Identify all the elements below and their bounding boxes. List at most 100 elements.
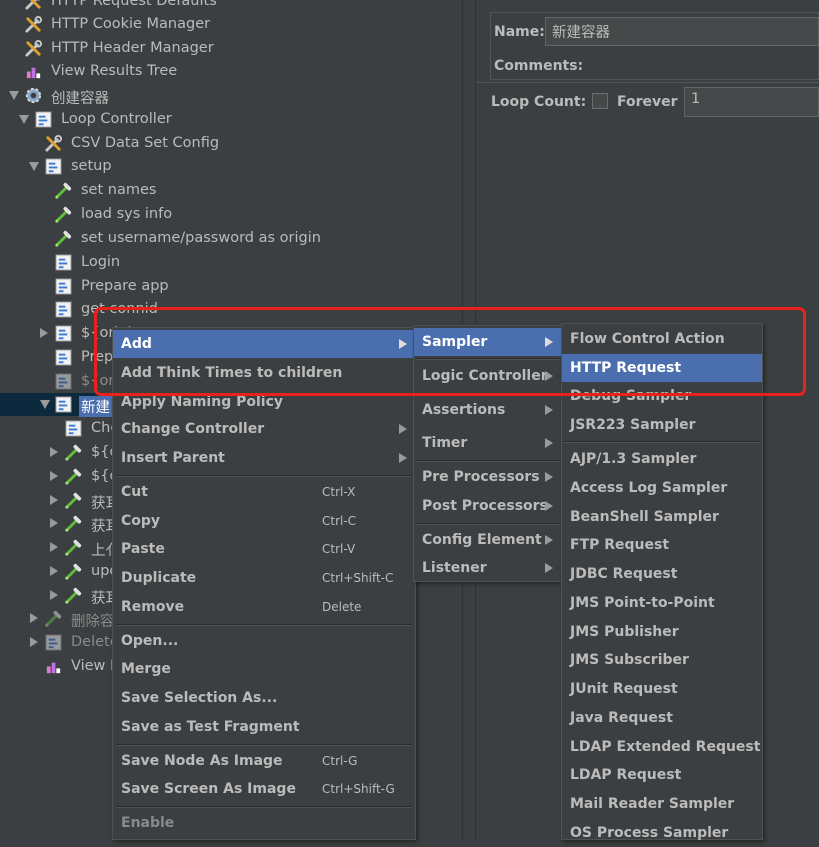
tree-node[interactable]: Loop Controller <box>0 108 462 131</box>
chart-icon <box>44 657 63 676</box>
sampler-menu-item-ftp-request[interactable]: FTP Request <box>562 531 762 559</box>
context-menu-item-copy[interactable]: Copy Ctrl-C <box>113 507 415 535</box>
menu-item-label: AJP/1.3 Sampler <box>570 451 697 467</box>
sampler-menu-item-os-process-sampler[interactable]: OS Process Sampler <box>562 819 762 847</box>
collapsed-arrow-icon[interactable] <box>30 613 38 623</box>
highlight-annotation-box <box>94 307 806 396</box>
collapsed-arrow-icon[interactable] <box>50 542 58 552</box>
collapsed-arrow-icon[interactable] <box>50 471 58 481</box>
tree-node[interactable]: View Results Tree <box>0 60 462 83</box>
wrench-icon <box>24 39 43 58</box>
tree-node-label: Prepare app <box>81 278 169 294</box>
sampler-menu-item-mail-reader-sampler[interactable]: Mail Reader Sampler <box>562 790 762 818</box>
context-menu-item-insert-parent[interactable]: Insert Parent <box>113 444 415 472</box>
wrench-icon <box>24 15 43 34</box>
sampler-menu-item-jdbc-request[interactable]: JDBC Request <box>562 560 762 588</box>
sampler-menu-item-jms-point-to-point[interactable]: JMS Point-to-Point <box>562 589 762 617</box>
expanded-arrow-icon[interactable] <box>29 162 39 171</box>
sampler-menu-item-java-request[interactable]: Java Request <box>562 704 762 732</box>
context-menu-item-enable[interactable]: Enable <box>113 809 415 837</box>
menu-item-label: Remove <box>121 599 185 615</box>
context-menu-item-paste[interactable]: Paste Ctrl-V <box>113 535 415 563</box>
sampler-menu-item-ldap-extended-request[interactable]: LDAP Extended Request <box>562 733 762 761</box>
menu-item-label: Copy <box>121 513 161 529</box>
menu-item-label: Pre Processors <box>422 469 540 485</box>
add-menu-item-assertions[interactable]: Assertions <box>414 396 561 424</box>
tree-node-label: Loop Controller <box>61 111 172 127</box>
collapsed-arrow-icon[interactable] <box>50 518 58 528</box>
collapsed-arrow-icon[interactable] <box>30 637 38 647</box>
name-input[interactable]: 新建容器 <box>545 17 819 46</box>
context-menu-item-save-node-as-image[interactable]: Save Node As Image Ctrl-G <box>113 747 415 775</box>
tree-node-label: load sys info <box>81 206 173 222</box>
menu-item-label: Save Node As Image <box>121 753 283 769</box>
context-menu-item-change-controller[interactable]: Change Controller <box>113 415 415 443</box>
menu-separator <box>564 441 760 443</box>
sampler-menu-item-junit-request[interactable]: JUnit Request <box>562 675 762 703</box>
context-menu-item-remove[interactable]: Remove Delete <box>113 593 415 621</box>
tree-node[interactable]: HTTP Header Manager <box>0 37 462 60</box>
collapsed-arrow-icon[interactable] <box>40 328 48 338</box>
tree-node[interactable]: Prepare app <box>0 275 462 298</box>
forever-label: Forever <box>617 94 678 110</box>
submenu-arrow-icon <box>399 453 407 463</box>
add-menu-item-timer[interactable]: Timer <box>414 429 561 457</box>
pipette-icon <box>64 562 83 581</box>
menu-shortcut: Delete <box>322 600 362 614</box>
menu-item-label: JDBC Request <box>570 566 678 582</box>
menu-item-label: Mail Reader Sampler <box>570 796 735 812</box>
menu-item-label: Save Screen As Image <box>121 781 296 797</box>
tree-node[interactable]: setup <box>0 155 462 178</box>
menu-item-label: Apply Naming Policy <box>121 394 283 410</box>
tree-node-label: HTTP Cookie Manager <box>51 16 211 32</box>
tree-node[interactable]: load sys info <box>0 203 462 226</box>
sampler-menu-item-ldap-request[interactable]: LDAP Request <box>562 761 762 789</box>
menu-item-label: JMS Point-to-Point <box>570 595 715 611</box>
forever-checkbox[interactable] <box>592 93 608 109</box>
sampler-menu-item-jms-subscriber[interactable]: JMS Subscriber <box>562 646 762 674</box>
context-menu-item-cut[interactable]: Cut Ctrl-X <box>113 478 415 506</box>
menu-item-label: JMS Publisher <box>570 624 679 640</box>
tree-node[interactable]: HTTP Request Defaults <box>0 0 462 13</box>
sampler-menu-item-jms-publisher[interactable]: JMS Publisher <box>562 618 762 646</box>
controller-icon <box>44 633 63 652</box>
context-menu-item-duplicate[interactable]: Duplicate Ctrl+Shift-C <box>113 564 415 592</box>
context-menu-item-save-screen-as-image[interactable]: Save Screen As Image Ctrl+Shift-G <box>113 775 415 803</box>
tree-node[interactable]: HTTP Cookie Manager <box>0 13 462 36</box>
sampler-menu-item-beanshell-sampler[interactable]: BeanShell Sampler <box>562 503 762 531</box>
expanded-arrow-icon[interactable] <box>19 115 29 124</box>
add-menu-item-pre-processors[interactable]: Pre Processors <box>414 463 561 491</box>
collapsed-arrow-icon[interactable] <box>50 590 58 600</box>
tree-node[interactable]: 创建容器 <box>0 84 462 107</box>
tree-node[interactable]: set names <box>0 179 462 202</box>
collapsed-arrow-icon[interactable] <box>50 566 58 576</box>
submenu-arrow-icon <box>545 405 553 415</box>
menu-shortcut: Ctrl+Shift-C <box>322 571 394 585</box>
context-menu-item-merge[interactable]: Merge <box>113 655 415 683</box>
sampler-menu-item-ajp-1-3-sampler[interactable]: AJP/1.3 Sampler <box>562 445 762 473</box>
collapsed-arrow-icon[interactable] <box>50 447 58 457</box>
context-menu-item-save-as-test-fragment[interactable]: Save as Test Fragment <box>113 713 415 741</box>
comments-label: Comments: <box>494 58 584 74</box>
pipette-icon <box>54 229 73 248</box>
tree-node[interactable]: CSV Data Set Config <box>0 132 462 155</box>
pipette-icon <box>64 514 83 533</box>
add-menu-item-listener[interactable]: Listener <box>414 554 561 582</box>
add-menu-item-config-element[interactable]: Config Element <box>414 526 561 554</box>
context-menu-item-open[interactable]: Open... <box>113 627 415 655</box>
sampler-menu-item-jsr223-sampler[interactable]: JSR223 Sampler <box>562 411 762 439</box>
tree-node[interactable]: Login <box>0 251 462 274</box>
expanded-arrow-icon[interactable] <box>40 400 50 409</box>
pipette-icon <box>64 538 83 557</box>
context-menu-item-save-selection-as[interactable]: Save Selection As... <box>113 684 415 712</box>
collapsed-arrow-icon[interactable] <box>50 495 58 505</box>
menu-shortcut: Ctrl-V <box>322 542 356 556</box>
loop-count-input[interactable]: 1 <box>684 87 819 117</box>
menu-item-label: JMS Subscriber <box>570 652 689 668</box>
add-menu-item-post-processors[interactable]: Post Processors <box>414 492 561 520</box>
tree-node[interactable]: set username/password as origin <box>0 227 462 250</box>
sampler-menu-item-access-log-sampler[interactable]: Access Log Sampler <box>562 474 762 502</box>
sampler-submenu: Flow Control Action HTTP Request Debug Sam… <box>561 323 763 841</box>
pipette-icon <box>54 205 73 224</box>
expanded-arrow-icon[interactable] <box>9 91 19 100</box>
